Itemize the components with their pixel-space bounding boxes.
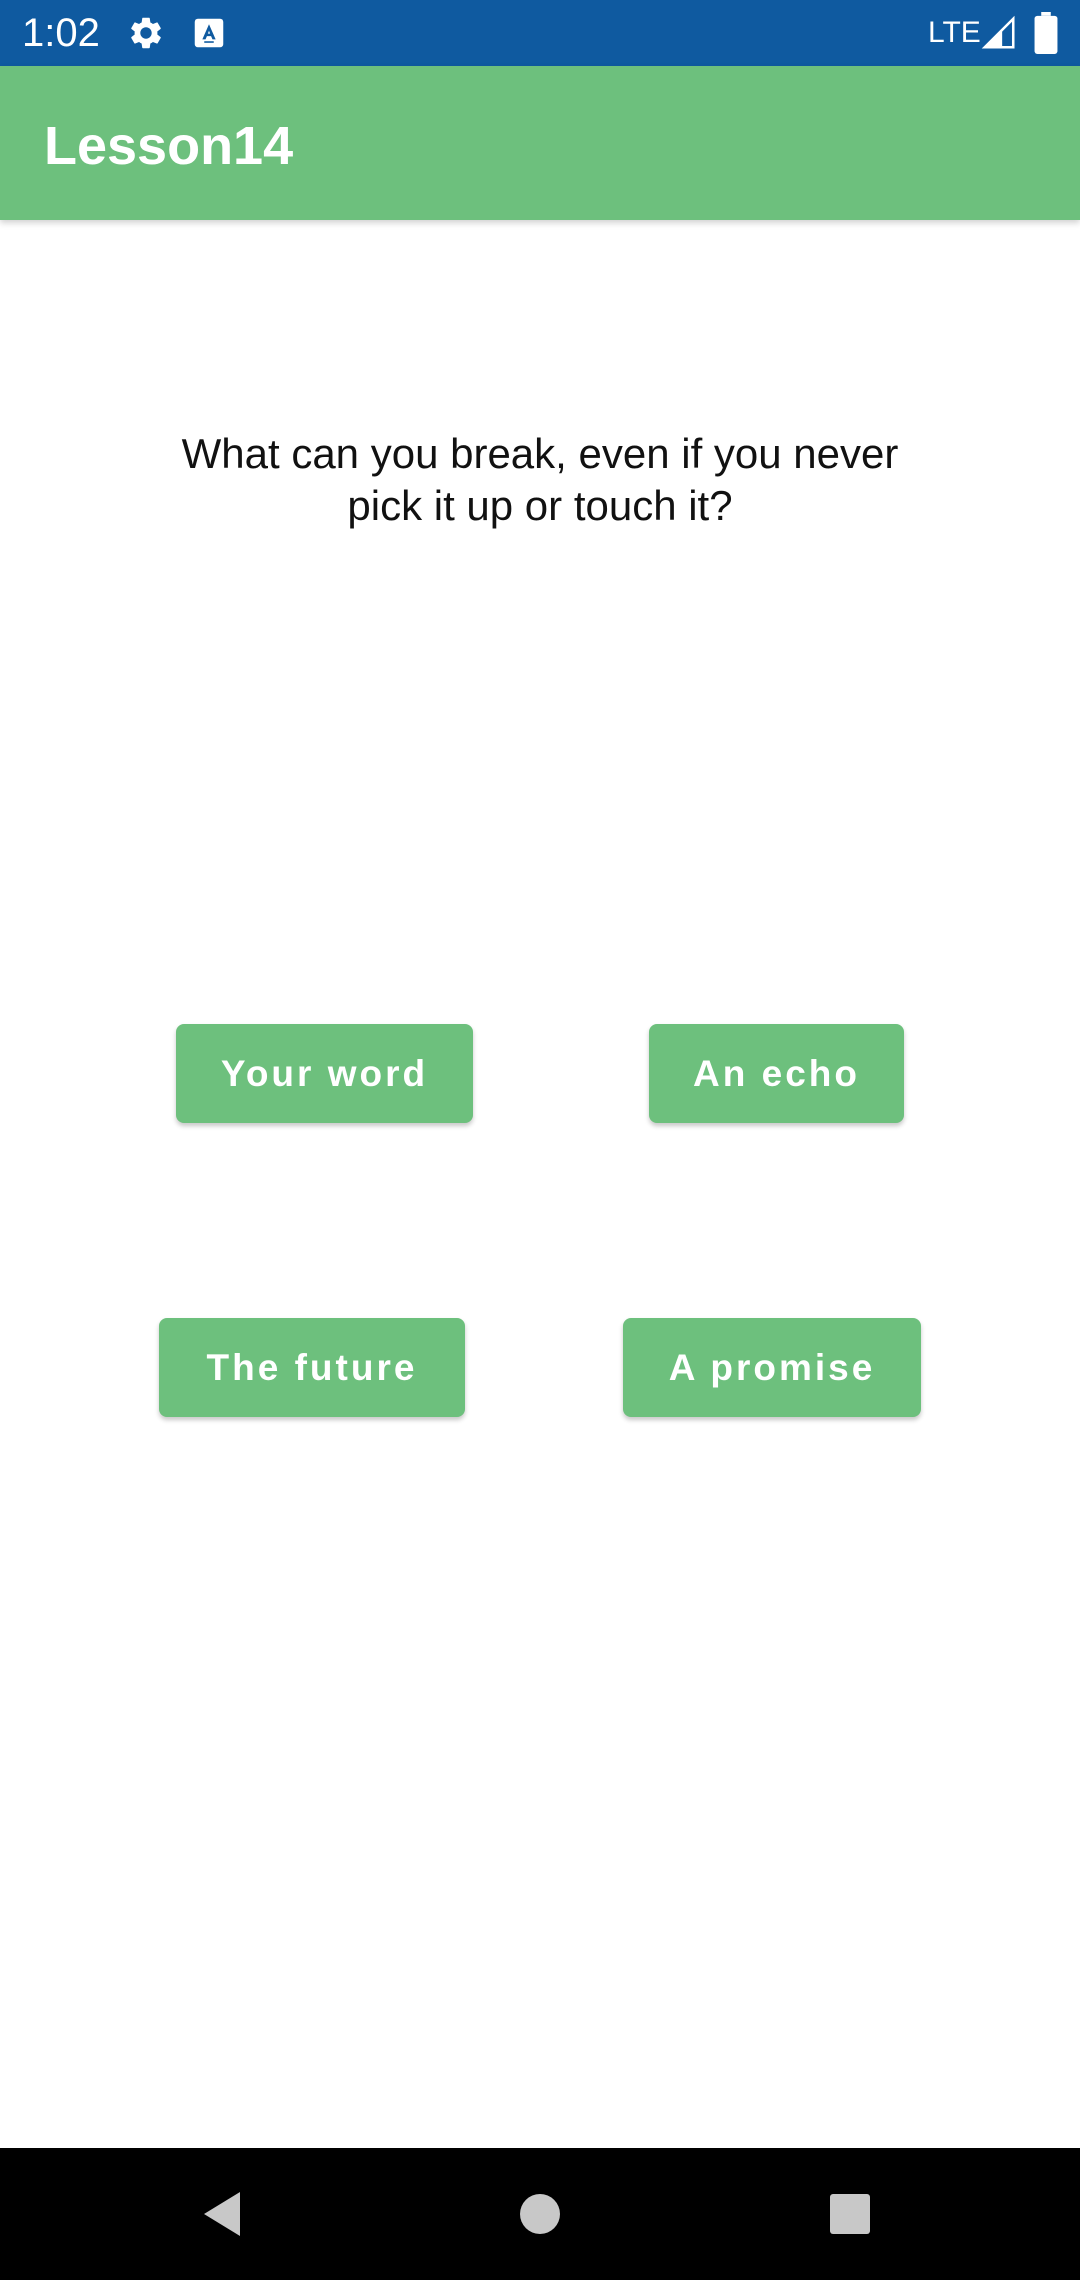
navigation-bar [0,2148,1080,2280]
app-bar: Lesson14 [0,66,1080,220]
network-type: LTE [928,16,981,49]
screen: 1:02 LTE Lesson14 What can you break, ev… [0,0,1080,2280]
signal-icon [980,14,1018,52]
gear-icon [127,14,165,52]
home-icon[interactable] [510,2184,570,2244]
answer-button-a-promise[interactable]: A promise [623,1318,921,1417]
status-bar: 1:02 LTE [0,0,1080,66]
recents-icon[interactable] [820,2184,880,2244]
a-icon [190,14,228,52]
answer-button-an-echo[interactable]: An echo [649,1024,904,1123]
answer-button-the-future[interactable]: The future [159,1318,465,1417]
app-title: Lesson14 [44,116,294,176]
question-text: What can you break, even if you never pi… [181,430,899,529]
answer-button-your-word[interactable]: Your word [176,1024,473,1123]
status-time: 1:02 [22,11,100,55]
battery-icon [1034,12,1058,54]
back-icon[interactable] [196,2184,256,2244]
